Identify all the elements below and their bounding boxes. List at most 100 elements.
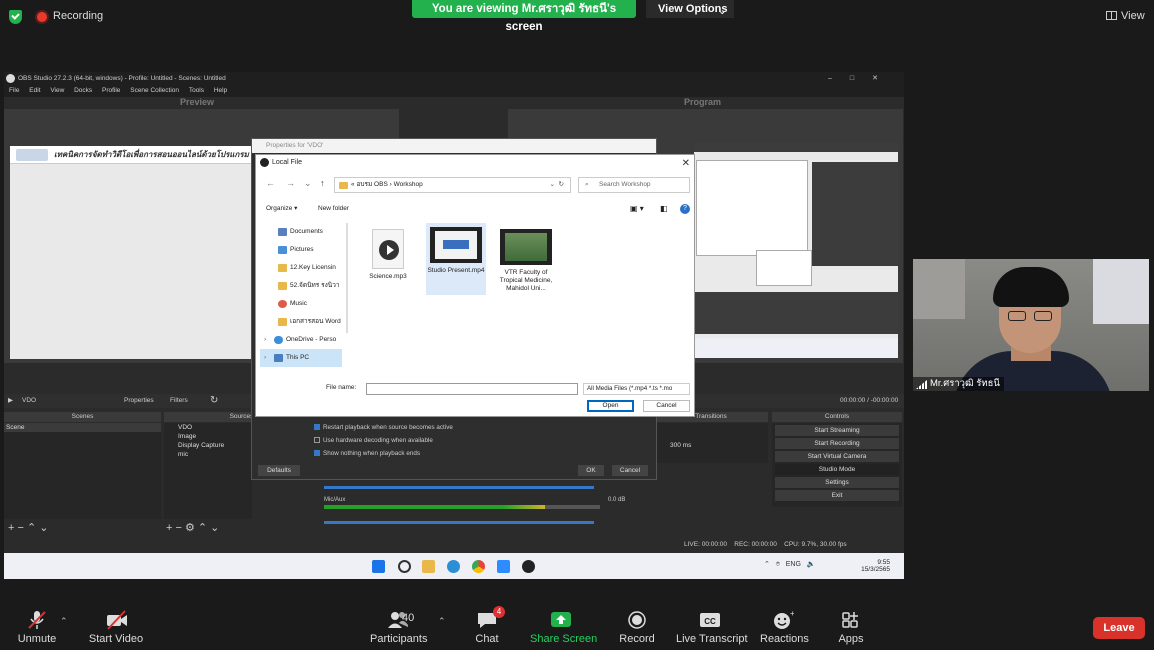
checkbox-unchecked-icon[interactable] bbox=[314, 437, 320, 443]
close-icon[interactable]: ✕ bbox=[682, 156, 690, 172]
audio-options-chevron-icon[interactable]: ⌃ bbox=[60, 616, 68, 627]
filters-button[interactable]: Filters bbox=[170, 394, 188, 408]
source-item-vdo[interactable]: VDO bbox=[164, 423, 252, 432]
option-hardware-decoding[interactable]: Use hardware decoding when available bbox=[314, 437, 433, 444]
nav-item-folder[interactable]: เอกสารสอน Word bbox=[260, 313, 342, 331]
source-item-display-capture[interactable]: Display Capture bbox=[164, 441, 252, 450]
menu-file[interactable]: File bbox=[9, 87, 19, 94]
leave-button[interactable]: Leave bbox=[1093, 617, 1145, 639]
start-streaming-button[interactable]: Start Streaming bbox=[775, 425, 899, 436]
windows-start-icon[interactable] bbox=[372, 560, 385, 573]
option-show-nothing[interactable]: Show nothing when playback ends bbox=[314, 450, 420, 457]
view-mode-icon[interactable]: ▣ ▾ bbox=[630, 200, 644, 218]
chevron-right-icon[interactable]: › bbox=[264, 331, 266, 349]
source-item-image[interactable]: Image bbox=[164, 432, 252, 441]
live-transcript-button[interactable]: CC Live Transcript bbox=[676, 600, 748, 650]
back-arrow-icon[interactable]: ← bbox=[266, 178, 275, 188]
volume-icon[interactable]: 🔈 bbox=[807, 561, 816, 568]
edge-icon[interactable] bbox=[447, 560, 460, 573]
nav-item-pictures[interactable]: Pictures bbox=[260, 241, 342, 259]
network-icon[interactable]: ⌾ bbox=[776, 561, 780, 568]
file-vtr-mp4[interactable]: VTR Faculty of Tropical Medicine, Mahido… bbox=[496, 225, 556, 301]
nav-scrollbar[interactable] bbox=[346, 223, 348, 333]
ok-button[interactable]: OK bbox=[578, 465, 604, 476]
share-screen-button[interactable]: Share Screen bbox=[530, 600, 597, 650]
nav-item-music[interactable]: Music bbox=[260, 295, 342, 313]
menu-scene-collection[interactable]: Scene Collection bbox=[130, 87, 179, 94]
preview-pane-icon[interactable]: ◧ bbox=[660, 200, 668, 218]
search-input[interactable]: ⌕ Search Workshop bbox=[578, 177, 690, 193]
nav-item-this-pc[interactable]: › This PC bbox=[260, 349, 342, 367]
encryption-shield-icon[interactable] bbox=[9, 10, 22, 24]
exit-button[interactable]: Exit bbox=[775, 490, 899, 501]
view-options-button[interactable]: View Options ⌄ bbox=[646, 0, 734, 18]
sources-dock-actions[interactable]: + − ⚙ ⌃ ⌄ bbox=[166, 521, 219, 535]
menu-docks[interactable]: Docks bbox=[74, 87, 92, 94]
menu-edit[interactable]: Edit bbox=[29, 87, 40, 94]
record-button[interactable]: Record bbox=[618, 600, 656, 650]
tray-chevron-icon[interactable]: ⌃ bbox=[764, 561, 770, 568]
new-folder-button[interactable]: New folder bbox=[318, 200, 349, 218]
option-restart-playback[interactable]: Restart playback when source becomes act… bbox=[314, 424, 453, 431]
help-icon[interactable]: ? bbox=[680, 204, 690, 214]
preview-canvas[interactable] bbox=[10, 146, 257, 359]
participant-video-tile[interactable]: Mr.ศราวุฒิ รัทธนี bbox=[913, 259, 1149, 391]
language-indicator[interactable]: ENG bbox=[786, 561, 801, 568]
reactions-button[interactable]: + Reactions bbox=[760, 600, 809, 650]
play-icon[interactable]: ▶ bbox=[8, 394, 13, 408]
checkbox-checked-icon[interactable] bbox=[314, 450, 320, 456]
open-button[interactable]: Open bbox=[587, 400, 634, 412]
recording-label[interactable]: Recording bbox=[53, 10, 103, 22]
nav-item-documents[interactable]: Documents bbox=[260, 223, 342, 241]
menu-help[interactable]: Help bbox=[214, 87, 227, 94]
refresh-icon[interactable]: ↻ bbox=[210, 394, 218, 408]
organize-menu[interactable]: Organize ▾ bbox=[266, 200, 297, 218]
transition-duration[interactable]: 300 ms bbox=[654, 441, 768, 450]
window-controls[interactable]: –□✕ bbox=[828, 72, 896, 85]
breadcrumb-overflow[interactable]: « bbox=[351, 181, 355, 188]
settings-button[interactable]: Settings bbox=[775, 477, 899, 488]
volume-slider[interactable] bbox=[324, 486, 594, 489]
start-virtual-camera-button[interactable]: Start Virtual Camera bbox=[775, 451, 899, 462]
file-type-select[interactable]: All Media Files (*.mp4 *.ts *.mo bbox=[583, 383, 690, 395]
source-item-mic[interactable]: mic bbox=[164, 450, 252, 459]
breadcrumb-current[interactable]: Workshop bbox=[394, 181, 423, 188]
obs-app-icon[interactable] bbox=[522, 560, 535, 573]
studio-mode-button[interactable]: Studio Mode bbox=[775, 464, 899, 475]
file-studio-present-mp4[interactable]: Studio Present.mp4 bbox=[426, 223, 486, 295]
menu-view[interactable]: View bbox=[50, 87, 64, 94]
view-button[interactable]: View bbox=[1106, 10, 1145, 22]
start-recording-button[interactable]: Start Recording bbox=[775, 438, 899, 449]
defaults-button[interactable]: Defaults bbox=[258, 465, 300, 476]
chat-button[interactable]: 4 Chat bbox=[468, 600, 506, 650]
unmute-button[interactable]: Unmute bbox=[14, 600, 60, 650]
cancel-button[interactable]: Cancel bbox=[643, 400, 690, 412]
address-bar[interactable]: « อบรม OBS › Workshop ⌄ ↻ bbox=[334, 177, 571, 193]
menu-tools[interactable]: Tools bbox=[189, 87, 204, 94]
properties-cancel-button[interactable]: Cancel bbox=[612, 465, 648, 476]
properties-button[interactable]: Properties bbox=[124, 394, 154, 408]
volume-slider-2[interactable] bbox=[324, 521, 594, 524]
chevron-right-icon[interactable]: › bbox=[264, 349, 266, 367]
file-explorer-icon[interactable] bbox=[422, 560, 435, 573]
recent-chevron-icon[interactable]: ⌄ bbox=[304, 178, 312, 189]
zoom-app-icon[interactable] bbox=[497, 560, 510, 573]
participants-button[interactable]: 40 Participants bbox=[370, 600, 427, 650]
checkbox-checked-icon[interactable] bbox=[314, 424, 320, 430]
apps-button[interactable]: Apps bbox=[832, 600, 870, 650]
clock[interactable]: 9:55 15/3/2565 bbox=[861, 559, 890, 573]
start-video-button[interactable]: Start Video bbox=[88, 600, 144, 650]
nav-item-onedrive[interactable]: › OneDrive - Perso bbox=[260, 331, 342, 349]
nav-item-folder[interactable]: 52.จัดนิทร รงนิวา bbox=[260, 277, 342, 295]
forward-arrow-icon[interactable]: → bbox=[286, 178, 295, 188]
menu-profile[interactable]: Profile bbox=[102, 87, 120, 94]
file-science-mp3[interactable]: Science.mp3 bbox=[358, 225, 418, 285]
refresh-icon[interactable]: ⌄ ↻ bbox=[549, 178, 564, 192]
file-name-input[interactable] bbox=[366, 383, 578, 395]
nav-item-folder[interactable]: 12.Key Licensin bbox=[260, 259, 342, 277]
breadcrumb-item[interactable]: อบรม OBS bbox=[356, 181, 387, 188]
scene-item[interactable]: Scene bbox=[4, 423, 161, 432]
chrome-icon[interactable] bbox=[472, 560, 485, 573]
participants-options-chevron-icon[interactable]: ⌃ bbox=[438, 616, 446, 627]
scenes-dock-actions[interactable]: + − ⌃ ⌄ bbox=[8, 521, 48, 535]
